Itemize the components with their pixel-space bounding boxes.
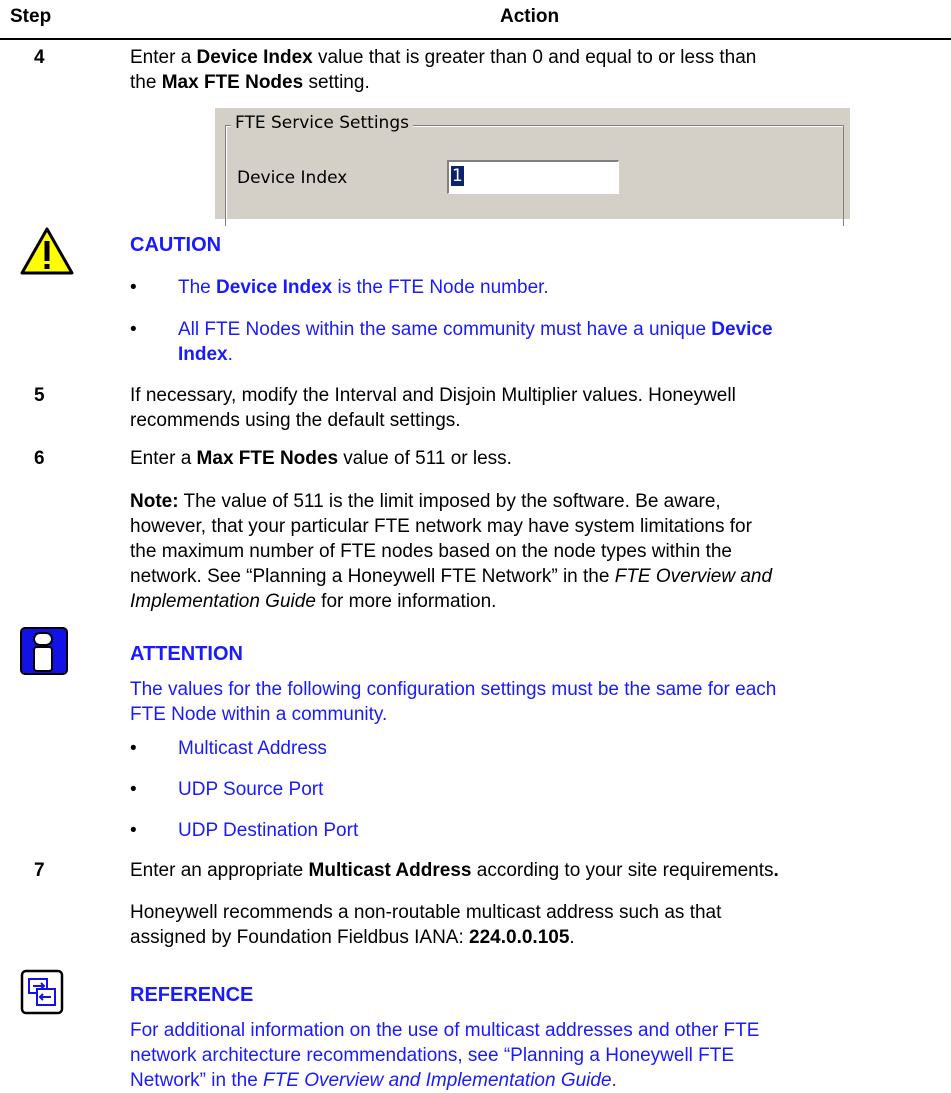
caution-title: CAUTION	[130, 234, 222, 256]
attention-title: ATTENTION	[130, 643, 243, 665]
step-4-text: Enter a Device Index value that is great…	[130, 47, 757, 93]
fte-service-settings-dialog: FTE Service Settings Device Index 1	[215, 108, 850, 226]
reference-title: REFERENCE	[130, 984, 254, 1006]
step-7-recommendation: Honeywell recommends a non-routable mult…	[130, 902, 722, 948]
table-header: Step Action	[0, 0, 951, 40]
attention-info-icon	[20, 627, 68, 675]
reference-text: For additional information on the use of…	[130, 1020, 760, 1091]
device-index-label: Device Index	[237, 168, 348, 188]
attention-text: The values for the following configurati…	[130, 679, 777, 725]
step-6-text: Enter a Max FTE Nodes value of 511 or le…	[130, 448, 512, 469]
group-box-title: FTE Service Settings	[231, 113, 413, 133]
step-7-text: Enter an appropriate Multicast Address a…	[130, 860, 779, 881]
step-6-note: Note: The value of 511 is the limit impo…	[130, 491, 773, 612]
device-index-input[interactable]: 1	[447, 160, 619, 194]
reference-book-icon	[20, 969, 64, 1015]
step-number-6: 6	[34, 448, 45, 469]
step-column-header: Step	[10, 6, 52, 27]
step-number-4: 4	[34, 47, 45, 68]
caution-triangle-icon	[20, 227, 74, 275]
step-5-text: If necessary, modify the Interval and Di…	[130, 385, 736, 431]
step-number-7: 7	[34, 860, 45, 881]
step-number-5: 5	[34, 385, 45, 406]
action-column-header: Action	[500, 6, 560, 27]
